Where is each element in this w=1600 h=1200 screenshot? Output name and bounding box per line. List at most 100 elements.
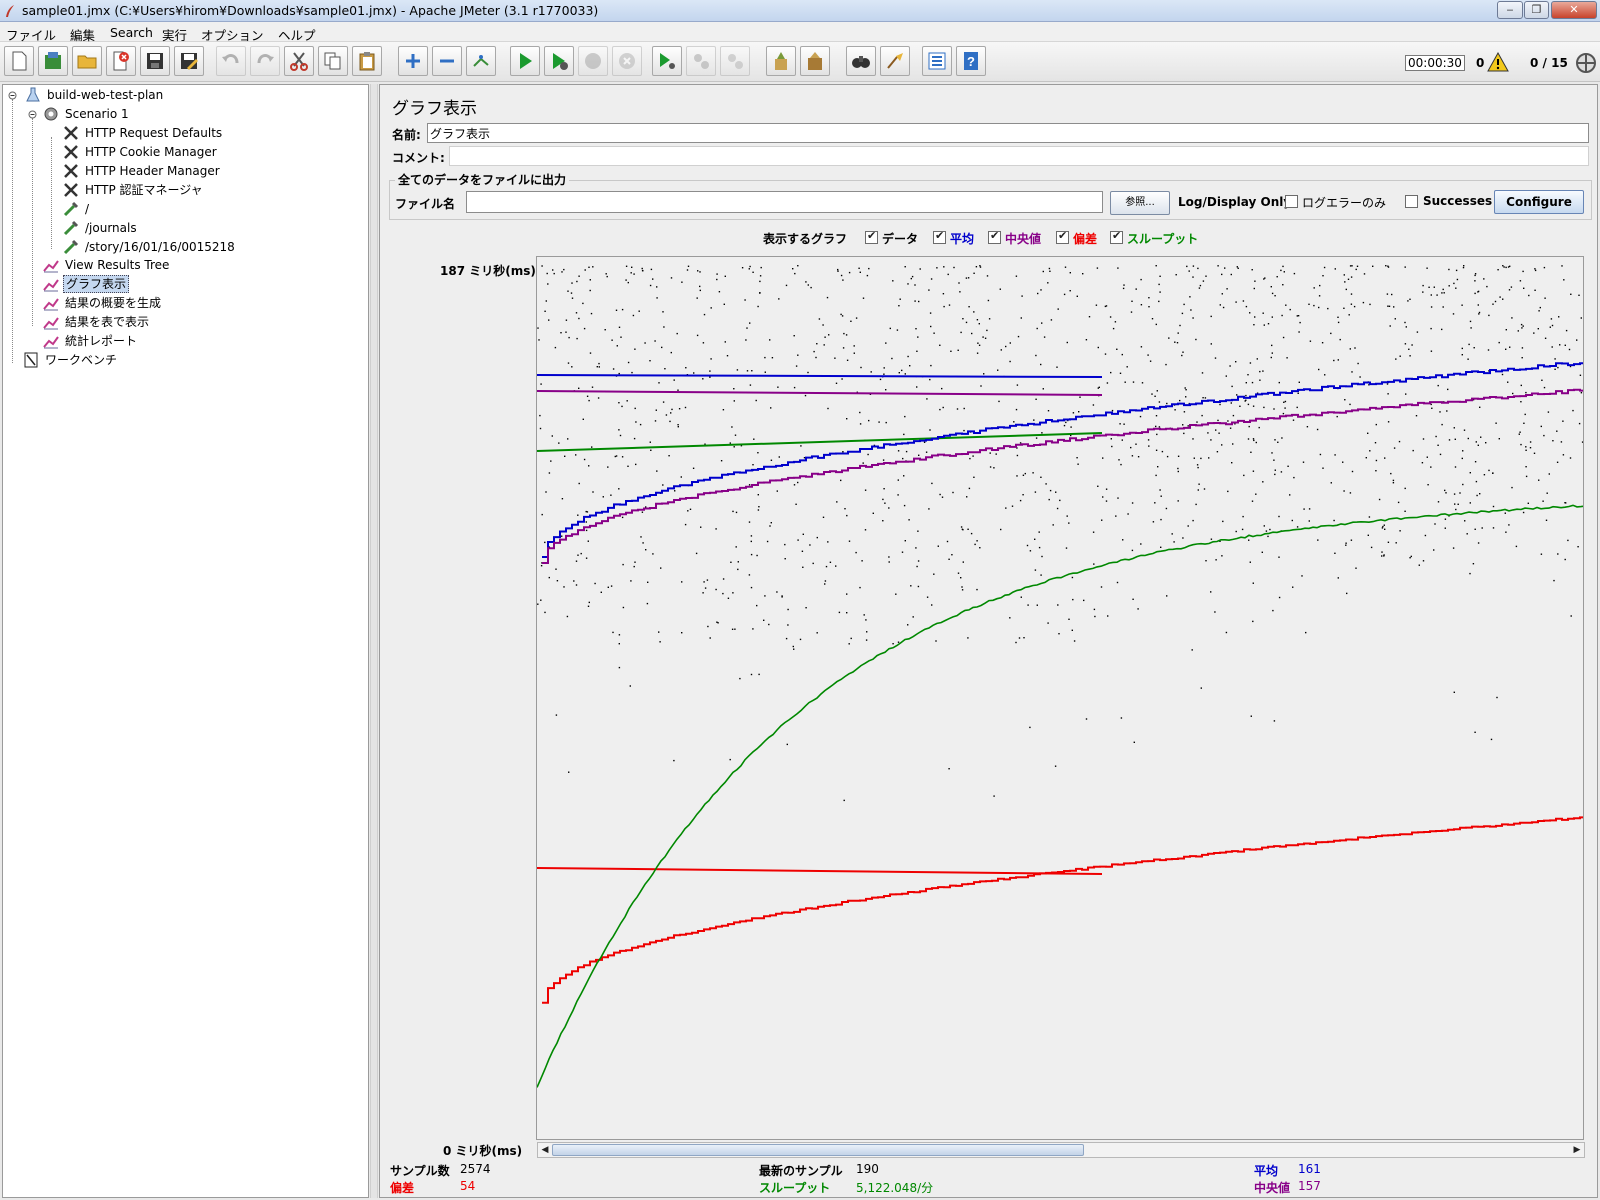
save-as-button[interactable]: [174, 46, 204, 76]
search-button[interactable]: [846, 46, 876, 76]
play-no-timers-icon: [553, 53, 568, 70]
clear-all-button[interactable]: [800, 46, 830, 76]
wrench-icon: [64, 145, 78, 159]
average-value: 161: [1298, 1162, 1321, 1176]
menu-search[interactable]: Search: [110, 25, 153, 40]
close-button[interactable]: ✕: [1551, 1, 1597, 19]
minus-icon: [440, 59, 454, 63]
split-pane-divider[interactable]: [370, 84, 378, 1198]
function-helper-button[interactable]: [922, 46, 952, 76]
name-label: 名前:: [392, 128, 421, 142]
listener-chart-icon: [43, 260, 59, 273]
play-icon: [520, 53, 532, 69]
median-series-checkbox[interactable]: [988, 229, 1001, 244]
throughput-series-checkbox[interactable]: [1110, 229, 1123, 244]
data-series-label: データ: [882, 232, 919, 246]
wrench-icon: [64, 183, 78, 197]
errors-only-checkbox[interactable]: [1285, 195, 1298, 208]
tree-item-label: build-web-test-plan: [47, 88, 164, 102]
scroll-left-arrow-icon[interactable]: ◀: [538, 1143, 552, 1157]
deviation-series-checkbox[interactable]: [1056, 229, 1069, 244]
close-document-icon: [113, 51, 129, 71]
deviation-label: 偏差: [390, 1181, 415, 1195]
undo-button[interactable]: [216, 46, 246, 76]
templates-button[interactable]: [38, 46, 68, 76]
toggle-button[interactable]: [466, 46, 496, 76]
remote-stop-icon: [694, 54, 709, 69]
median-line-run1: [537, 390, 1103, 396]
scroll-thumb[interactable]: [552, 1144, 1084, 1156]
title-bar: sample01.jmx (C:¥Users¥hirom¥Downloads¥s…: [0, 0, 1600, 22]
tree-item-label: View Results Tree: [65, 258, 170, 272]
help-button[interactable]: ?: [956, 46, 986, 76]
graphs-to-display-label: 表示するグラフ: [763, 232, 848, 246]
collapse-toggle-icon[interactable]: [8, 91, 17, 100]
deviation-series-label: 偏差: [1073, 232, 1098, 246]
start-button[interactable]: [510, 46, 540, 76]
throughput-series-label: スループット: [1127, 232, 1199, 246]
tree-item-label: HTTP 認証マネージャ: [85, 183, 203, 197]
reset-search-button[interactable]: [880, 46, 910, 76]
remote-shutdown-button[interactable]: [720, 46, 750, 76]
plus-icon: [406, 54, 420, 68]
stop-button[interactable]: [578, 46, 608, 76]
clear-button[interactable]: [766, 46, 796, 76]
remote-start-icon: [660, 53, 675, 69]
graph-horizontal-scrollbar[interactable]: ◀ ▶: [537, 1142, 1585, 1158]
filename-field[interactable]: [466, 191, 1103, 213]
remote-stop-button[interactable]: [686, 46, 716, 76]
average-series-checkbox[interactable]: [933, 229, 946, 244]
undo-icon: [222, 54, 239, 64]
start-no-pauses-button[interactable]: [544, 46, 574, 76]
broom-clear-all-icon: [808, 52, 822, 70]
shutdown-button[interactable]: [612, 46, 642, 76]
save-icon: [147, 53, 163, 69]
minimize-button[interactable]: ‒: [1497, 1, 1523, 19]
pipette-sampler-icon: [63, 201, 79, 217]
tree-connector: [32, 118, 33, 326]
maximize-button[interactable]: ❐: [1524, 1, 1549, 19]
close-plan-button[interactable]: [106, 46, 136, 76]
name-field[interactable]: [427, 123, 1589, 143]
data-series-checkbox[interactable]: [865, 229, 878, 244]
deviation-value: 54: [460, 1179, 476, 1193]
collapse-all-button[interactable]: [432, 46, 462, 76]
test-plan-tree: build-web-test-plan Scenario 1 HTTP Requ…: [2, 84, 369, 1198]
throughput-label: スループット: [759, 1181, 831, 1195]
scroll-right-arrow-icon[interactable]: ▶: [1570, 1143, 1584, 1157]
warning-icon[interactable]: [1487, 52, 1509, 72]
paste-button[interactable]: [352, 46, 382, 76]
median-line-run2: [542, 388, 1583, 564]
tree-item-label: HTTP Request Defaults: [85, 126, 223, 140]
cut-button[interactable]: [284, 46, 314, 76]
broom-clear-icon: [775, 52, 787, 70]
errors-only-label: ログエラーのみ: [1302, 196, 1387, 210]
comment-field[interactable]: [449, 146, 1589, 166]
copy-button[interactable]: [318, 46, 348, 76]
average-label: 平均: [1254, 1164, 1279, 1178]
redo-button[interactable]: [250, 46, 280, 76]
gear-icon: [44, 107, 58, 121]
scissors-icon: [290, 52, 308, 71]
listener-chart-icon: [43, 279, 59, 292]
save-button[interactable]: [140, 46, 170, 76]
tree-item-label: Scenario 1: [65, 107, 129, 121]
graph-canvas: [536, 256, 1584, 1140]
browse-button[interactable]: 参照...: [1110, 191, 1170, 215]
copy-icon: [324, 52, 341, 70]
new-button[interactable]: [4, 46, 34, 76]
wrench-icon: [64, 164, 78, 178]
panel-title: グラフ表示: [392, 99, 477, 119]
stop-icon: [585, 53, 601, 69]
expand-all-button[interactable]: [398, 46, 428, 76]
open-button[interactable]: [72, 46, 102, 76]
folder-open-icon: [77, 55, 97, 69]
configure-button[interactable]: Configure: [1494, 190, 1584, 214]
new-document-icon: [12, 51, 27, 71]
collapse-toggle-icon[interactable]: [28, 110, 37, 119]
remote-start-button[interactable]: [652, 46, 682, 76]
binoculars-icon: [852, 56, 870, 68]
successes-checkbox[interactable]: [1405, 195, 1418, 208]
flask-icon: [26, 87, 40, 102]
window-title: sample01.jmx (C:¥Users¥hirom¥Downloads¥s…: [22, 3, 599, 18]
